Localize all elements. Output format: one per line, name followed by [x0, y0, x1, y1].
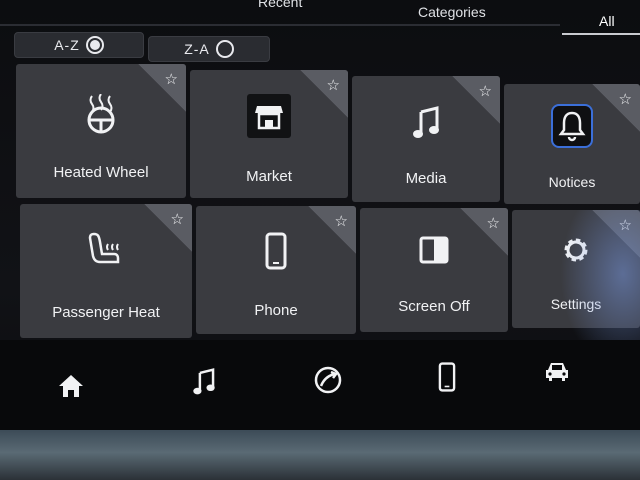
- gear-icon: [560, 234, 592, 266]
- app-label: Heated Wheel: [53, 164, 149, 181]
- app-tile-phone[interactable]: ☆ Phone: [196, 206, 356, 334]
- sort-az-button[interactable]: A-Z: [14, 32, 144, 58]
- app-label: Settings: [550, 296, 602, 312]
- favorite-star-icon[interactable]: ☆: [171, 210, 184, 228]
- favorite-corner: [452, 76, 500, 124]
- favorite-corner: [460, 208, 508, 256]
- sort-za-button[interactable]: Z-A: [148, 36, 270, 62]
- phone-icon: [265, 232, 287, 270]
- radio-unselected-icon: [215, 40, 234, 58]
- favorite-star-icon[interactable]: ☆: [487, 214, 500, 232]
- app-tile-screen-off[interactable]: ☆ Screen Off: [360, 208, 508, 332]
- screen-off-icon: [419, 236, 449, 264]
- navigation-icon[interactable]: [314, 366, 342, 399]
- home-icon[interactable]: [58, 374, 84, 403]
- sort-za-label: Z-A: [184, 41, 210, 57]
- favorite-corner: [592, 210, 640, 258]
- favorite-star-icon[interactable]: ☆: [335, 212, 348, 230]
- favorite-star-icon[interactable]: ☆: [619, 90, 632, 108]
- app-label: Media: [405, 170, 447, 187]
- favorite-corner: [144, 204, 192, 252]
- favorite-star-icon[interactable]: ☆: [619, 216, 632, 234]
- app-tile-notices[interactable]: ☆ Notices: [504, 84, 640, 204]
- app-label: Notices: [548, 174, 596, 190]
- app-label: Phone: [254, 302, 298, 319]
- category-tabs: Recent Categories All: [0, 0, 640, 35]
- favorite-corner: [592, 84, 640, 132]
- favorite-corner: [138, 64, 186, 112]
- favorite-corner: [300, 70, 348, 118]
- tab-all[interactable]: All: [599, 13, 615, 29]
- radio-selected-icon: [85, 36, 104, 54]
- app-tile-passenger-heat[interactable]: ☆ Passenger Heat: [20, 204, 192, 338]
- music-note-icon: [413, 106, 439, 140]
- app-label: Screen Off: [398, 298, 470, 315]
- app-label: Market: [246, 168, 292, 185]
- tab-divider: [0, 24, 560, 26]
- app-tile-settings[interactable]: ☆ Settings: [512, 210, 640, 328]
- tab-active-indicator: [562, 33, 640, 35]
- heated-seat-icon: [88, 230, 124, 270]
- app-tile-media[interactable]: ☆ Media: [352, 76, 500, 202]
- favorite-star-icon[interactable]: ☆: [479, 82, 492, 100]
- tab-categories[interactable]: Categories: [418, 4, 486, 20]
- phone-icon[interactable]: [438, 362, 456, 397]
- heated-wheel-icon: [83, 94, 119, 134]
- tab-recent[interactable]: Recent: [258, 0, 302, 10]
- dashboard-trim: [0, 430, 640, 480]
- music-icon[interactable]: [192, 368, 216, 401]
- market-icon: [247, 94, 291, 138]
- bell-icon: [551, 104, 593, 148]
- favorite-corner: [308, 206, 356, 254]
- favorite-star-icon[interactable]: ☆: [327, 76, 340, 94]
- app-label: Passenger Heat: [52, 304, 160, 321]
- vehicle-icon[interactable]: [544, 360, 570, 389]
- app-tile-heated-wheel[interactable]: ☆ Heated Wheel: [16, 64, 186, 198]
- app-tile-market[interactable]: ☆ Market: [190, 70, 348, 198]
- favorite-star-icon[interactable]: ☆: [165, 70, 178, 88]
- sort-az-label: A-Z: [54, 37, 80, 53]
